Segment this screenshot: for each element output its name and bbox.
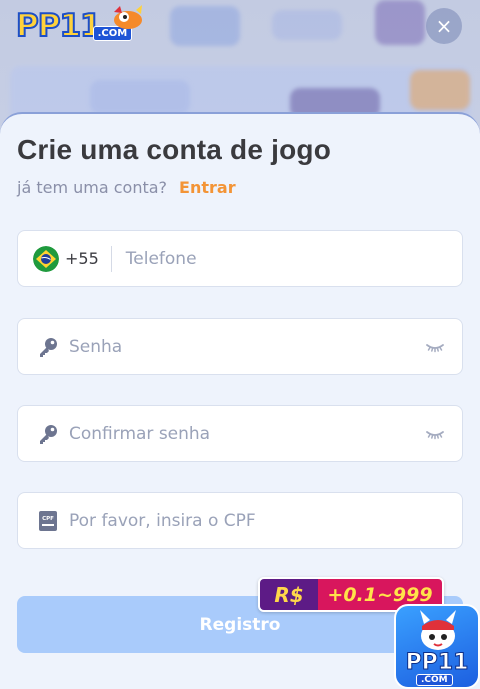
svg-text:CPF: CPF [42,516,54,522]
mascot-icon [420,610,456,650]
background-banner [170,6,240,46]
app-icon-suffix: .COM [416,674,453,686]
app-download-icon[interactable]: PP11 .COM [394,604,480,689]
cpf-input[interactable]: Por favor, insira o CPF [69,511,256,531]
key-icon [36,335,60,359]
login-prompt: já tem uma conta? Entrar [17,178,236,197]
confirm-password-input[interactable]: Confirmar senha [69,424,210,444]
brazil-flag-icon [33,245,59,272]
divider [110,245,112,272]
site-logo: PP11 .COM [15,5,142,45]
eye-closed-icon[interactable] [425,337,445,357]
background-banner [375,0,425,45]
close-icon: × [435,14,453,38]
background-banner [410,70,470,110]
password-field[interactable]: Senha [17,318,463,375]
background-banner [90,80,190,114]
phone-input[interactable]: Telefone [126,249,197,269]
country-code[interactable]: +55 [65,249,99,268]
background-banner [272,10,342,40]
eye-closed-icon[interactable] [425,424,445,444]
badge-currency: R$ [260,579,318,610]
form-title: Crie uma conta de jogo [17,134,331,165]
confirm-password-field[interactable]: Confirmar senha [17,405,463,462]
login-prompt-text: já tem uma conta? [17,178,168,197]
password-input[interactable]: Senha [69,337,122,357]
close-button[interactable]: × [426,8,462,44]
key-icon [36,422,60,446]
login-link[interactable]: Entrar [179,178,236,197]
cpf-field[interactable]: CPF Por favor, insira o CPF [17,492,463,549]
cpf-card-icon: CPF [36,509,60,533]
app-icon-text: PP11 [405,650,469,676]
phone-field[interactable]: +55 Telefone [17,230,463,287]
logo-text: PP11 [15,7,103,45]
mascot-icon [114,5,142,29]
